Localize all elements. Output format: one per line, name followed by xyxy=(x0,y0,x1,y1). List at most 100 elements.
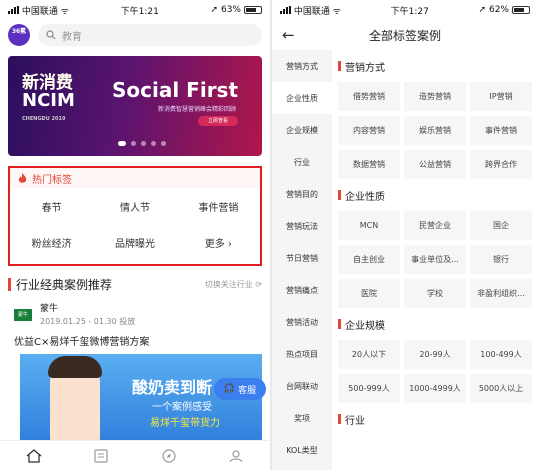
battery-fill xyxy=(246,8,257,12)
category-sidebar: 营销方式 企业性质 企业规模 行业 营销目的 营销玩法 节日营销 营销痛点 营销活动 热点项目 台网… xyxy=(272,50,332,470)
tag-chip[interactable]: 借势营销 xyxy=(338,82,400,111)
page-title: 全部标签案例 xyxy=(368,28,441,43)
tag-chip[interactable]: 事业单位及... xyxy=(404,245,466,274)
hot-tag-brand-exposure[interactable]: 品牌曝光 xyxy=(93,224,176,260)
battery-icon xyxy=(244,6,262,14)
hot-tag-more[interactable]: 更多 › xyxy=(177,224,260,260)
signal-icon xyxy=(280,5,291,14)
tag-chip[interactable]: 非盈利组织... xyxy=(470,279,532,308)
group-header: 企业性质 xyxy=(338,183,532,207)
tag-chip[interactable]: 20人以下 xyxy=(338,340,400,369)
group-title: 企业性质 xyxy=(345,191,385,203)
hot-tag-event-marketing[interactable]: 事件营销 xyxy=(177,188,260,224)
app-logo[interactable]: 36氪 xyxy=(8,24,30,46)
tag-chip[interactable]: 学校 xyxy=(404,279,466,308)
group-title: 企业规模 xyxy=(345,320,385,332)
case-img-line3: 易烊千玺带货力 xyxy=(150,418,220,429)
refresh-icon: ⟳ xyxy=(255,280,262,289)
tag-chip[interactable]: 民营企业 xyxy=(404,211,466,240)
sidebar-item[interactable]: 热点项目 xyxy=(272,338,332,370)
endorser-hair xyxy=(48,356,102,378)
hot-tag-chunjie[interactable]: 春节 xyxy=(10,188,93,224)
tab-home[interactable] xyxy=(0,441,68,470)
case-title: 优益C×易烊千玺微博营销方案 xyxy=(14,337,150,348)
sidebar-item[interactable]: 行业 xyxy=(272,146,332,178)
switch-industry-button[interactable]: 切换关注行业 ⟳ xyxy=(205,279,262,290)
tab-discover[interactable] xyxy=(135,441,203,470)
tag-chip[interactable]: 造势营销 xyxy=(404,82,466,111)
home-icon xyxy=(26,448,42,463)
group-header: 营销方式 xyxy=(338,54,532,78)
home-header: 36氪 教育 xyxy=(0,20,270,50)
search-icon xyxy=(46,30,56,40)
tag-chip[interactable]: 500-999人 xyxy=(338,374,400,403)
sidebar-item[interactable]: 营销目的 xyxy=(272,178,332,210)
tag-chip[interactable]: 自主创业 xyxy=(338,245,400,274)
tag-chip[interactable]: MCN xyxy=(338,211,400,240)
sidebar-item[interactable]: 营销玩法 xyxy=(272,210,332,242)
hot-tag-fan-economy[interactable]: 粉丝经济 xyxy=(10,224,93,260)
tab-list[interactable] xyxy=(68,441,136,470)
tag-chip[interactable]: 跨界合作 xyxy=(470,150,532,179)
promo-banner[interactable]: 新消费 NCIM CHENGDU 2019 Social First 新消费智慧… xyxy=(8,56,262,156)
tab-profile[interactable] xyxy=(203,441,271,470)
sidebar-item[interactable]: 节日营销 xyxy=(272,242,332,274)
tag-chip[interactable]: 娱乐营销 xyxy=(404,116,466,145)
brand-logo: 蒙牛 xyxy=(14,309,32,321)
tag-chip[interactable]: 5000人以上 xyxy=(470,374,532,403)
banner-title: Social First xyxy=(112,78,239,102)
list-icon xyxy=(94,448,108,463)
tag-chip[interactable]: 内容营销 xyxy=(338,116,400,145)
sidebar-item[interactable]: 企业性质 xyxy=(272,82,332,114)
banner-button[interactable]: 立即查看 xyxy=(198,116,238,126)
signal-icon xyxy=(8,5,19,14)
group-accent xyxy=(338,190,341,200)
group-accent xyxy=(338,61,341,71)
tag-chip[interactable]: 银行 xyxy=(470,245,532,274)
case-card[interactable]: 蒙牛 蒙牛 2019.01.25 - 01.30 投放 优益C×易烊千玺微博营销… xyxy=(14,301,262,348)
carousel-dots[interactable] xyxy=(118,141,166,146)
battery-icon xyxy=(512,6,530,14)
tag-chip[interactable]: 1000-4999人 xyxy=(404,374,466,403)
banner-subtitle: 新消费智慧营销峰会精彩回顾 xyxy=(158,106,237,113)
case-img-line2: 一个案例感受 xyxy=(152,402,212,413)
customer-service-button[interactable]: 🎧 客服 xyxy=(214,378,266,400)
clock: 下午1:21 xyxy=(120,6,159,17)
battery-fill xyxy=(514,8,524,12)
battery-area: ➚ 62% xyxy=(478,5,530,15)
group-title: 营销方式 xyxy=(345,62,385,74)
sidebar-item[interactable]: 企业规模 xyxy=(272,114,332,146)
group-header: 行业 xyxy=(338,407,532,431)
sidebar-item[interactable]: 营销方式 xyxy=(272,50,332,82)
nav-bar: ← 全部标签案例 xyxy=(272,20,538,50)
status-bar: 中国联通 ᯤ 下午1:21 ➚ 63% xyxy=(0,0,270,20)
tag-chip[interactable]: 公益营销 xyxy=(404,150,466,179)
group-header: 企业规模 xyxy=(338,312,532,336)
headset-icon: 🎧 xyxy=(223,384,236,394)
case-img-headline: 酸奶卖到断 xyxy=(132,378,213,397)
search-input[interactable]: 教育 xyxy=(38,24,262,46)
tag-chip[interactable]: IP营销 xyxy=(470,82,532,111)
status-bar: 中国联通 ᯤ 下午1:27 ➚ 62% xyxy=(272,0,538,20)
sidebar-item[interactable]: 奖项 xyxy=(272,402,332,434)
tag-content: 营销方式借势营销 造势营销 IP营销内容营销 娱乐营销 事件营销数据营销 公益营销 跨界合作… xyxy=(332,50,538,470)
hot-tags-header: 热门标签 xyxy=(10,168,260,188)
tag-chip[interactable]: 医院 xyxy=(338,279,400,308)
sidebar-item[interactable]: 台网联动 xyxy=(272,370,332,402)
brand-name: 蒙牛 xyxy=(40,304,59,314)
banner-event-logo: 新消费 NCIM CHENGDU 2019 xyxy=(22,74,75,128)
hot-tag-qingrenjie[interactable]: 情人节 xyxy=(93,188,176,224)
search-placeholder: 教育 xyxy=(62,31,82,43)
tag-chip[interactable]: 100-499人 xyxy=(470,340,532,369)
section-header: 行业经典案例推荐 切换关注行业 ⟳ xyxy=(8,276,262,293)
compass-icon xyxy=(162,448,176,463)
clock: 下午1:27 xyxy=(390,6,429,17)
tag-chip[interactable]: 数据营销 xyxy=(338,150,400,179)
tag-chip[interactable]: 20-99人 xyxy=(404,340,466,369)
sidebar-item[interactable]: KOL类型 xyxy=(272,434,332,466)
hot-tags-title: 热门标签 xyxy=(32,174,72,186)
tag-chip[interactable]: 国企 xyxy=(470,211,532,240)
tag-chip[interactable]: 事件营销 xyxy=(470,116,532,145)
sidebar-item[interactable]: 营销痛点 xyxy=(272,274,332,306)
sidebar-item[interactable]: 营销活动 xyxy=(272,306,332,338)
